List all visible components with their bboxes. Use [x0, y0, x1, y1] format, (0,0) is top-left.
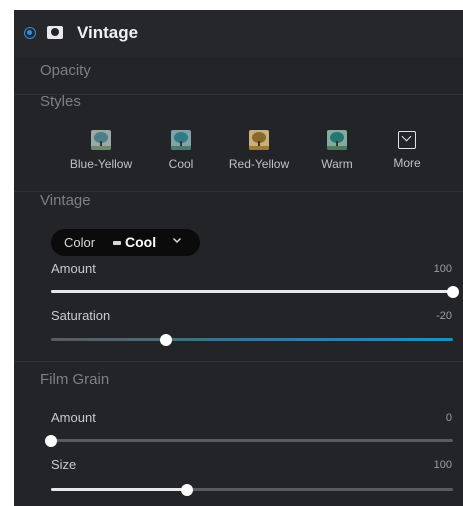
style-label: Cool — [168, 157, 194, 171]
opacity-section-label[interactable]: Opacity — [40, 62, 91, 79]
saturation-label: Saturation — [51, 308, 111, 323]
grain-size-label: Size — [51, 457, 77, 472]
vintage-filter-panel: Vintage Opacity Styles Blue-Yellow Cool … — [14, 10, 463, 506]
divider — [14, 94, 463, 95]
color-dropdown-label: Color — [64, 235, 96, 250]
style-label: Blue-Yellow — [69, 157, 133, 171]
style-cool[interactable]: Cool — [164, 130, 198, 171]
style-label: Red-Yellow — [228, 157, 290, 171]
style-red-yellow[interactable]: Red-Yellow — [227, 130, 291, 171]
color-dropdown-value: Cool — [125, 234, 157, 250]
style-warm[interactable]: Warm — [317, 130, 357, 171]
slider-knob[interactable] — [447, 285, 459, 298]
grain-amount-slider[interactable] — [45, 434, 453, 447]
vintage-amount-slider[interactable] — [51, 285, 459, 298]
style-label: More — [393, 156, 421, 170]
slider-knob[interactable] — [181, 483, 194, 496]
tree-thumbnail-icon — [327, 130, 347, 150]
saturation-slider[interactable] — [51, 333, 453, 346]
styles-section-label[interactable]: Styles — [40, 93, 81, 110]
style-blue-yellow[interactable]: Blue-Yellow — [69, 130, 133, 171]
vintage-amount-label: Amount — [51, 261, 96, 276]
style-label: Warm — [321, 157, 353, 171]
style-more[interactable]: More — [390, 130, 424, 170]
filter-title: Vintage — [77, 23, 139, 42]
layer-mask-icon[interactable] — [47, 26, 63, 39]
divider — [14, 361, 463, 362]
slider-fill — [51, 290, 453, 293]
tree-thumbnail-icon — [171, 130, 191, 150]
grain-amount-label: Amount — [51, 410, 96, 425]
color-swatch-icon — [113, 241, 121, 245]
filter-enabled-toggle[interactable] — [24, 27, 36, 39]
filter-header[interactable]: Vintage — [14, 10, 463, 57]
tree-thumbnail-icon — [249, 130, 269, 150]
slider-knob[interactable] — [159, 333, 172, 346]
chevron-down-icon — [172, 237, 182, 244]
vintage-section-label[interactable]: Vintage — [40, 192, 91, 209]
chevron-down-box-icon — [398, 131, 416, 149]
grain-amount-value[interactable]: 0 — [446, 412, 452, 424]
grain-size-slider[interactable] — [51, 483, 453, 496]
vintage-amount-value[interactable]: 100 — [434, 263, 452, 275]
saturation-value[interactable]: -20 — [436, 310, 452, 322]
color-dropdown[interactable]: Color Cool — [51, 229, 200, 256]
slider-knob[interactable] — [45, 434, 57, 447]
film-grain-section-label[interactable]: Film Grain — [40, 371, 109, 388]
slider-fill — [51, 488, 188, 491]
tree-thumbnail-icon — [91, 130, 111, 150]
grain-size-value[interactable]: 100 — [434, 459, 452, 471]
